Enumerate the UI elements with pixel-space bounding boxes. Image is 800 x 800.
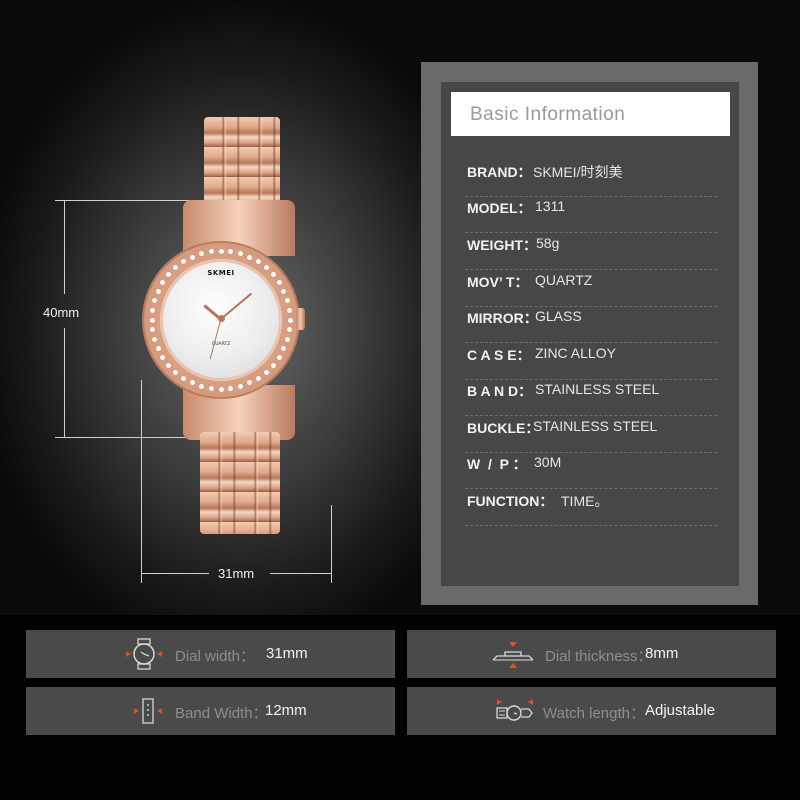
spec-value: GLASS xyxy=(535,308,582,324)
spec-key: W / P ： xyxy=(467,456,527,472)
card-value: 8mm xyxy=(645,645,679,662)
card-band-width: Band Width： 12mm xyxy=(26,687,395,735)
card-value: 31mm xyxy=(266,645,308,662)
spec-value: TIME。 xyxy=(561,493,609,509)
width-dimension-left-tick xyxy=(141,380,142,583)
watch-length-icon xyxy=(496,699,533,721)
card-value: Adjustable xyxy=(645,702,716,719)
spec-key: BUCKLE： xyxy=(467,420,540,436)
card-label: Dial thickness： xyxy=(545,648,653,665)
spec-key: B A N D： xyxy=(467,383,533,399)
bezel-crystal xyxy=(286,307,292,313)
bezel-crystal xyxy=(284,298,290,304)
bezel-crystal xyxy=(255,375,261,381)
bezel-crystal xyxy=(237,383,243,389)
dial-center-cap xyxy=(218,315,225,322)
spec-value: 58g xyxy=(536,235,560,251)
spec-value: STAINLESS STEEL xyxy=(535,381,660,397)
dial-width-icon xyxy=(126,638,162,670)
bezel-crystal xyxy=(270,272,276,278)
spec-row-movement: MOV’ T： QUARTZ xyxy=(465,270,717,307)
info-panel-title: Basic Information xyxy=(470,104,626,125)
spec-value: STAINLESS STEEL xyxy=(533,418,658,434)
spec-value: QUARTZ xyxy=(535,272,593,288)
bezel-crystal xyxy=(218,386,224,392)
bezel-crystal xyxy=(199,383,205,389)
info-panel-header: Basic Information xyxy=(451,92,730,136)
spec-row-function: FUNCTION： TIME。 xyxy=(465,489,717,526)
bezel-crystal xyxy=(181,375,187,381)
dial-brand-mark: SKMEI xyxy=(207,269,235,277)
width-dimension-line-right xyxy=(270,573,332,574)
spec-key: MOV’ T： xyxy=(467,274,529,290)
width-dimension-label: 31mm xyxy=(218,566,255,581)
spec-row-weight: WEIGHT： 58g xyxy=(465,233,717,270)
bezel-crystal xyxy=(150,307,156,313)
spec-key: WEIGHT： xyxy=(467,237,537,253)
bezel-crystal xyxy=(270,362,276,368)
card-value: 12mm xyxy=(265,702,307,719)
spec-row-case: C A S E： ZINC ALLOY xyxy=(465,343,717,380)
card-dial-thickness: Dial thickness： 8mm xyxy=(407,630,776,678)
watch-band-top xyxy=(204,117,280,207)
card-dial-width: Dial width： 31mm xyxy=(26,630,395,678)
width-dimension-right-tick xyxy=(331,505,332,583)
spec-key: MIRROR： xyxy=(467,310,538,326)
band-width-icon xyxy=(134,698,162,724)
height-dimension-line-lower xyxy=(64,328,65,437)
bezel-crystal xyxy=(208,385,214,391)
dial-thickness-icon xyxy=(492,642,534,668)
bezel-crystal xyxy=(218,248,224,254)
card-label: Dial width： xyxy=(175,648,256,665)
width-dimension-line-left xyxy=(141,573,209,574)
bezel-crystal xyxy=(284,336,290,342)
bezel-crystal xyxy=(155,288,161,294)
spec-key: C A S E： xyxy=(467,347,531,363)
spec-value: ZINC ALLOY xyxy=(535,345,616,361)
spec-row-mirror: MIRROR： GLASS xyxy=(465,306,717,343)
spec-row-brand: BRAND： SKMEI/时刻美 xyxy=(465,160,717,197)
card-label: Watch length： xyxy=(543,705,645,722)
bezel-crystal xyxy=(149,317,155,323)
card-label: Band Width： xyxy=(175,705,268,722)
bezel-crystal xyxy=(208,249,214,255)
spec-value: 1311 xyxy=(535,198,566,214)
spec-key: BRAND： xyxy=(467,164,532,180)
bezel-crystal xyxy=(155,346,161,352)
spec-value: SKMEI/时刻美 xyxy=(533,164,623,180)
height-dimension-line-upper xyxy=(64,200,65,294)
height-dimension-top-tick xyxy=(55,200,195,201)
card-watch-length: Watch length： Adjustable xyxy=(407,687,776,735)
bezel-crystal xyxy=(173,369,179,375)
bezel-crystal xyxy=(287,317,293,323)
bezel-crystal xyxy=(263,369,269,375)
spec-row-buckle: BUCKLE： STAINLESS STEEL xyxy=(465,416,717,453)
watch-band-bottom xyxy=(200,432,280,534)
bezel-crystal xyxy=(276,354,282,360)
bezel-crystal xyxy=(247,254,253,260)
spec-value: 30M xyxy=(534,454,562,470)
bezel-crystal xyxy=(276,280,282,286)
spec-key: FUNCTION： xyxy=(467,493,554,509)
spec-key: MODEL： xyxy=(467,200,532,216)
height-dimension-label: 40mm xyxy=(43,305,80,320)
spec-row-band: B A N D： STAINLESS STEEL xyxy=(465,379,717,416)
bezel-crystal xyxy=(189,254,195,260)
spec-row-model: MODEL： 1311 xyxy=(465,196,717,233)
spec-row-water-resistance: W / P ： 30M xyxy=(465,452,717,489)
watch-crown xyxy=(296,308,305,330)
dial-quartz-text: QUARTZ xyxy=(211,342,231,347)
height-dimension-bottom-tick xyxy=(55,437,195,438)
